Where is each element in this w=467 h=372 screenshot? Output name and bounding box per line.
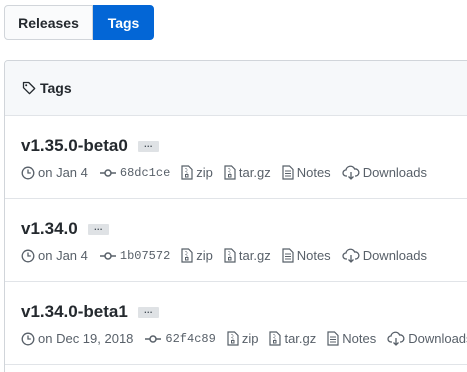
notes-link[interactable]: Notes	[282, 165, 331, 180]
downloads-label[interactable]: Downloads	[363, 165, 427, 180]
downloads-label[interactable]: Downloads	[408, 331, 467, 346]
targz-label[interactable]: tar.gz	[239, 248, 271, 263]
targz-label[interactable]: tar.gz	[284, 331, 316, 346]
notes-label[interactable]: Notes	[297, 248, 331, 263]
commit-sha[interactable]: 62f4c89	[165, 332, 215, 346]
commit-icon	[99, 168, 116, 177]
notes-label[interactable]: Notes	[342, 331, 376, 346]
file-text-icon	[327, 331, 339, 346]
tab-releases[interactable]: Releases	[4, 5, 93, 40]
zip-label[interactable]: zip	[196, 248, 213, 263]
tag-date: on Jan 4	[21, 165, 88, 180]
zip-label[interactable]: zip	[242, 331, 259, 346]
commit-sha[interactable]: 68dc1ce	[120, 166, 170, 180]
tags-box-title: Tags	[40, 80, 72, 96]
tag-name-link[interactable]: v1.34.0	[21, 219, 78, 239]
tab-tags[interactable]: Tags	[93, 5, 154, 40]
cloud-download-icon	[387, 331, 405, 346]
tag-name-link[interactable]: v1.35.0-beta0	[21, 136, 128, 156]
tag-row: v1.35.0-beta0 … on Jan 4 68dc1ce zip tar…	[5, 116, 467, 199]
file-zip-icon	[224, 165, 236, 180]
ellipsis-button[interactable]: …	[137, 139, 159, 152]
downloads-label[interactable]: Downloads	[363, 248, 427, 263]
clock-icon	[21, 332, 35, 345]
commit-link[interactable]: 68dc1ce	[99, 166, 170, 180]
targz-link[interactable]: tar.gz	[224, 165, 271, 180]
clock-icon	[21, 166, 35, 179]
tag-date: on Jan 4	[21, 248, 88, 263]
commit-sha[interactable]: 1b07572	[120, 249, 170, 263]
commit-link[interactable]: 1b07572	[99, 249, 170, 263]
zip-label[interactable]: zip	[196, 165, 213, 180]
tag-date: on Dec 19, 2018	[21, 331, 133, 346]
subnav-tabs: Releases Tags	[4, 5, 154, 40]
zip-link[interactable]: zip	[227, 331, 259, 346]
file-text-icon	[282, 165, 294, 180]
downloads-link[interactable]: Downloads	[342, 248, 427, 263]
tag-icon	[21, 80, 37, 96]
targz-link[interactable]: tar.gz	[269, 331, 316, 346]
file-text-icon	[282, 248, 294, 263]
tags-box-header: Tags	[5, 61, 467, 116]
cloud-download-icon	[342, 248, 360, 263]
tags-box: Tags v1.35.0-beta0 … on Jan 4 68dc1ce zi…	[4, 60, 467, 372]
file-zip-icon	[269, 331, 282, 346]
tag-date-text: on Jan 4	[38, 165, 88, 180]
downloads-link[interactable]: Downloads	[342, 165, 427, 180]
cloud-download-icon	[342, 165, 360, 180]
ellipsis-button[interactable]: …	[87, 222, 109, 235]
zip-link[interactable]: zip	[181, 165, 213, 180]
targz-link[interactable]: tar.gz	[224, 248, 271, 263]
downloads-link[interactable]: Downloads	[387, 331, 467, 346]
clock-icon	[21, 249, 35, 262]
notes-link[interactable]: Notes	[282, 248, 331, 263]
tag-date-text: on Dec 19, 2018	[38, 331, 134, 346]
tag-row: v1.34.0 … on Jan 4 1b07572 zip tar.gz No…	[5, 199, 467, 282]
file-zip-icon	[227, 331, 239, 346]
commit-link[interactable]: 62f4c89	[144, 332, 216, 346]
tag-date-text: on Jan 4	[38, 248, 88, 263]
notes-label[interactable]: Notes	[297, 165, 331, 180]
tag-name-link[interactable]: v1.34.0-beta1	[21, 302, 128, 322]
commit-icon	[99, 251, 116, 260]
targz-label[interactable]: tar.gz	[239, 165, 271, 180]
zip-link[interactable]: zip	[181, 248, 213, 263]
file-zip-icon	[181, 248, 193, 263]
file-zip-icon	[224, 248, 236, 263]
file-zip-icon	[181, 165, 193, 180]
tag-row: v1.34.0-beta1 … on Dec 19, 2018 62f4c89 …	[5, 282, 467, 365]
notes-link[interactable]: Notes	[327, 331, 376, 346]
ellipsis-button[interactable]: …	[137, 305, 159, 318]
commit-icon	[145, 334, 162, 343]
